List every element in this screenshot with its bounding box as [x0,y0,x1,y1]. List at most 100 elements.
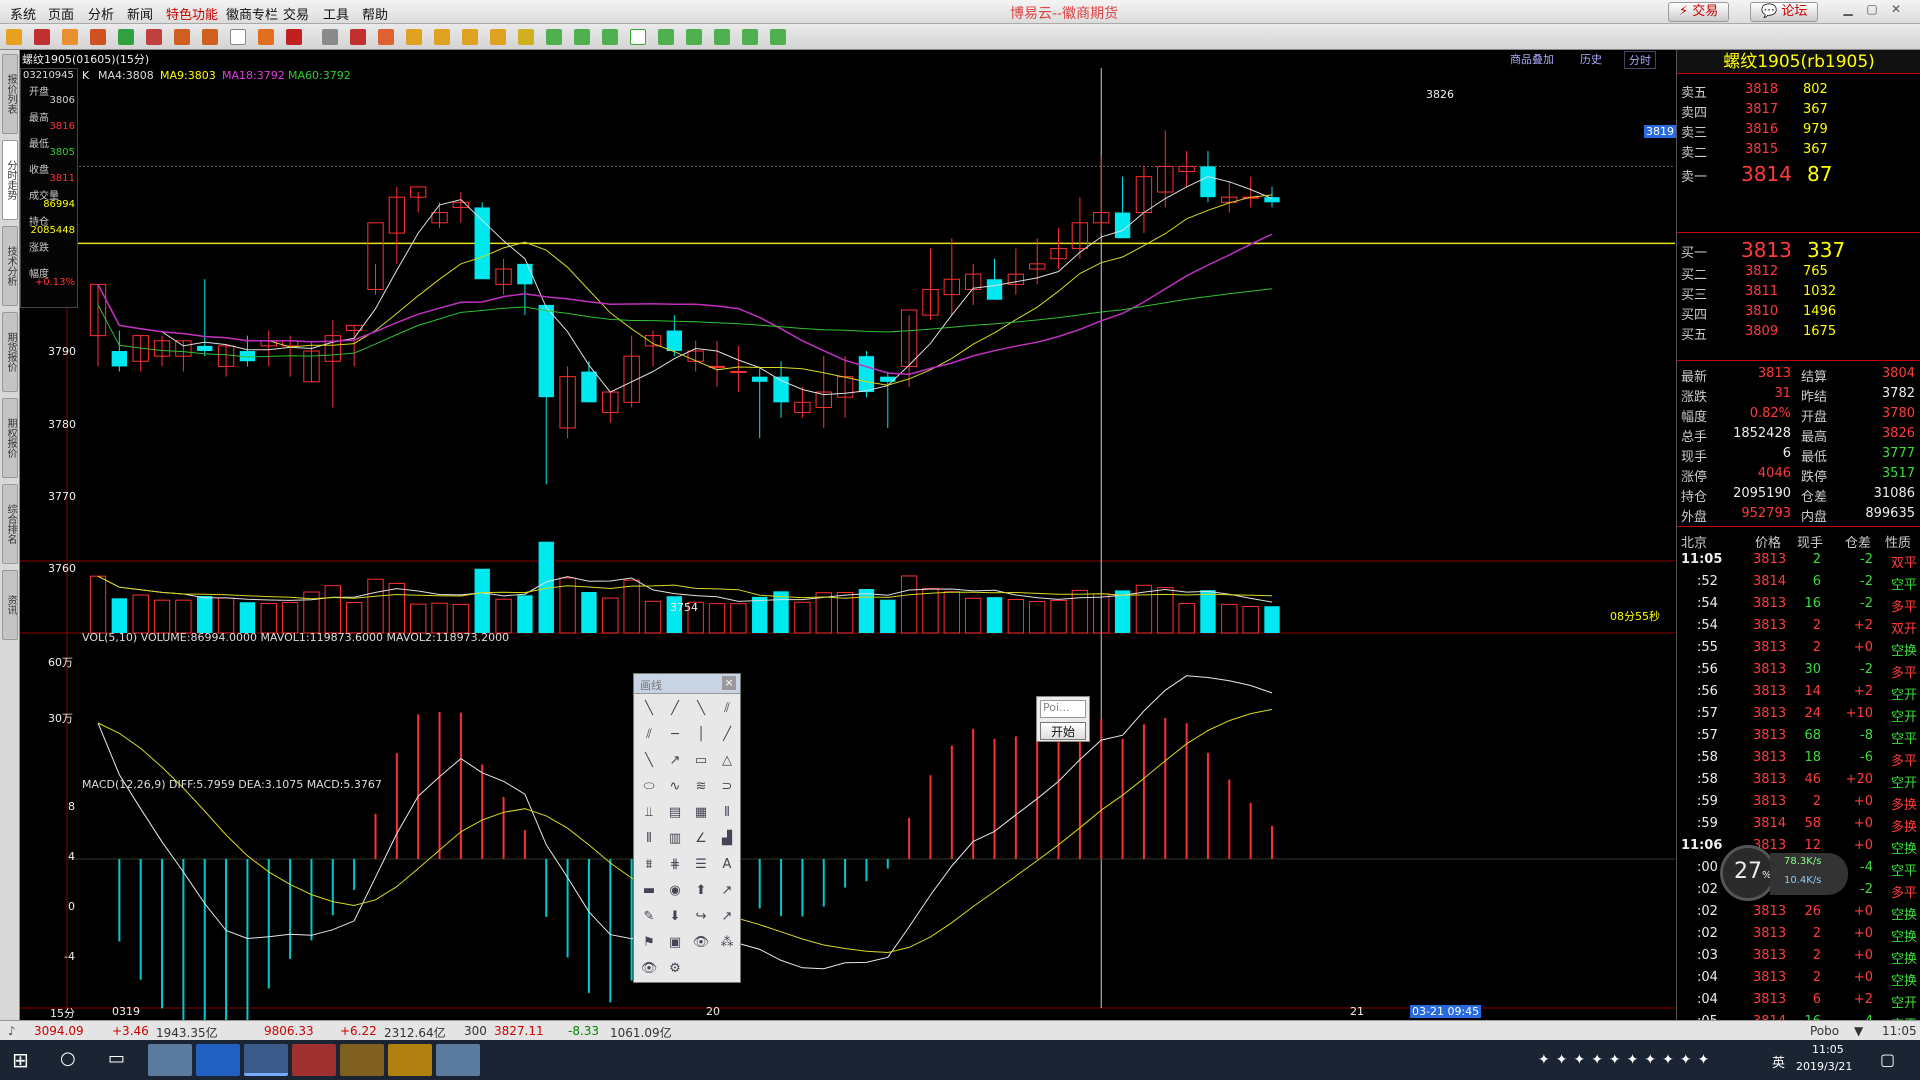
forum-button[interactable]: 💬 论坛 [1750,2,1819,22]
menu-help[interactable]: 帮助 [362,4,388,23]
menu-tools[interactable]: 工具 [323,4,349,23]
tick-row[interactable]: :04 3813 2 +0 空换 [1677,968,1920,989]
trend-icon[interactable]: ╲ [638,750,660,772]
menu-column[interactable]: 徽商专栏 [226,4,278,23]
diag-arrow-icon[interactable]: ↗ [716,880,738,902]
bid-row[interactable]: 买四 3810 1496 [1677,302,1920,323]
tick-row[interactable]: 11:05 3813 2 -2 双平 [1677,550,1920,571]
history-button[interactable]: 历史 [1580,51,1602,67]
star-icon[interactable]: ⁂ [716,932,738,954]
app-icon-6[interactable] [388,1044,432,1076]
box-icon[interactable]: ▦ [690,802,712,824]
ask-row[interactable]: 卖一 3814 87 [1677,162,1920,186]
tick-row[interactable]: :54 3813 16 -2 多平 [1677,594,1920,615]
menu-trade[interactable]: 交易 [283,4,309,23]
menu-page[interactable]: 页面 [48,4,74,23]
tick-row[interactable]: :57 3813 68 -8 空平 [1677,726,1920,747]
arrow-line-icon[interactable]: ╱ [716,724,738,746]
tick-row[interactable]: :02 3813 26 +0 空换 [1677,902,1920,923]
drawing-tool-palette[interactable]: 画线 × ╲ ╱ ╲ ⫽ ⫽ ─ │ ╱ ╲ ↗ ▭ △ ⬭ ∿ ≋ ⊃ ⫫ ▤ ▦ ⦀ ⦀ ▥ ∠ ▟ ⩩ ⋕ ☰ A ▬ ◉ ⬆ ↗ ✎ ⬇ ↪… [633,673,741,983]
eye-icon[interactable]: 👁 [690,932,712,954]
replay-input[interactable]: Poi... [1040,700,1086,718]
speed-icon[interactable]: ▟ [716,828,738,850]
minimize-icon[interactable]: ▁ [1838,2,1858,20]
chart-canvas[interactable] [20,50,1675,1020]
period-1m-icon[interactable] [378,29,394,45]
vline-icon[interactable]: │ [690,724,712,746]
segment-icon[interactable]: ╲ [638,698,660,720]
bid-row[interactable]: 买五 3809 1675 [1677,322,1920,343]
return-arrow-icon[interactable]: ↪ [690,906,712,928]
tick-row[interactable]: :52 3814 6 -2 空平 [1677,572,1920,593]
palette-header[interactable]: 画线 × [634,674,740,694]
up-arrow-icon[interactable]: ⬆ [690,880,712,902]
label-icon[interactable]: ▬ [638,880,660,902]
search-icon[interactable]: ○ [60,1048,76,1069]
tab-options-quote[interactable]: 期权报价 [2,398,18,478]
tick-row[interactable]: :56 3813 14 +2 空开 [1677,682,1920,703]
tick-row[interactable]: :57 3813 24 +10 空开 [1677,704,1920,725]
windows-start-icon[interactable]: ⊞ [12,1048,29,1072]
trade-button[interactable]: ⚡ 交易 [1668,2,1730,22]
visible-icon[interactable]: 👁 [638,958,660,980]
period-icon[interactable]: ⦀ [638,828,660,850]
cycle-icon[interactable]: ⦀ [716,802,738,824]
indicator-4-icon[interactable] [686,29,702,45]
tick-row[interactable]: :03 3813 2 +0 空换 [1677,946,1920,967]
marker-icon[interactable]: ▣ [664,932,686,954]
period-60m-icon[interactable] [490,29,506,45]
chart-icon[interactable] [90,29,106,45]
back-icon[interactable] [6,29,22,45]
task-view-icon[interactable]: ▭ [108,1048,125,1069]
tick-row[interactable]: :59 3814 58 +0 多换 [1677,814,1920,835]
ask-row[interactable]: 卖三 3816 979 [1677,120,1920,141]
ime-indicator[interactable]: 英 [1772,1052,1785,1071]
clock-time[interactable]: 11:05 [1812,1043,1844,1056]
wave-icon[interactable]: ∿ [664,776,686,798]
tick-row[interactable]: :04 3813 6 +2 空开 [1677,990,1920,1011]
pen-icon[interactable] [230,29,246,45]
tick-row[interactable]: :55 3813 2 +0 空换 [1677,638,1920,659]
app-icon-5[interactable] [340,1044,384,1076]
line-icon[interactable]: ╲ [690,698,712,720]
settings-icon[interactable]: ⚙ [664,958,686,980]
close-icon[interactable]: ✕ [1886,2,1906,20]
period-month-icon[interactable] [574,29,590,45]
ask-row[interactable]: 卖五 3818 802 [1677,80,1920,101]
band-icon[interactable]: ▥ [664,828,686,850]
circle-icon[interactable]: ◉ [664,880,686,902]
app-icon-7[interactable] [436,1044,480,1076]
timeshare-button[interactable]: 分时 [1624,51,1656,69]
tab-news[interactable]: 资讯 [2,570,18,640]
tick-row[interactable]: :58 3813 18 -6 多平 [1677,748,1920,769]
hline-icon[interactable]: ─ [664,724,686,746]
refresh-icon[interactable] [118,29,134,45]
layout-icon[interactable] [146,29,162,45]
menu-features[interactable]: 特色功能 [166,4,218,23]
indicator-6-icon[interactable] [742,29,758,45]
bid-row[interactable]: 买一 3813 337 [1677,238,1920,262]
fibo-fan-icon[interactable]: ≋ [690,776,712,798]
down-arrow-icon[interactable]: ⬇ [664,906,686,928]
arrow-icon[interactable]: ↗ [664,750,686,772]
triangle-icon[interactable]: △ [716,750,738,772]
fibo-retrace-icon[interactable]: ▤ [664,802,686,824]
period-15m-icon[interactable] [434,29,450,45]
up-right-icon[interactable]: ↗ [716,906,738,928]
close-icon[interactable]: × [722,676,736,690]
ellipse-icon[interactable]: ⬭ [638,776,660,798]
maximize-icon[interactable]: ▢ [1862,2,1882,20]
tick-row[interactable]: :56 3813 30 -2 多平 [1677,660,1920,681]
overlay-button[interactable]: 商品叠加 [1510,51,1554,67]
zoom-out-icon[interactable] [202,29,218,45]
indicator-1-icon[interactable] [602,29,618,45]
tray-icons[interactable]: ✦✦✦✦✦✦✦✦✦✦ [1538,1052,1715,1068]
levels-icon[interactable]: ☰ [690,854,712,876]
tab-technical[interactable]: 技术分析 [2,226,18,306]
ray-icon[interactable]: ╱ [664,698,686,720]
bid-row[interactable]: 买二 3812 765 [1677,262,1920,283]
tab-futures-quote[interactable]: 期货报价 [2,312,18,392]
period-day-icon[interactable] [518,29,534,45]
arc-icon[interactable]: ⊃ [716,776,738,798]
menu-system[interactable]: 系统 [10,4,36,23]
